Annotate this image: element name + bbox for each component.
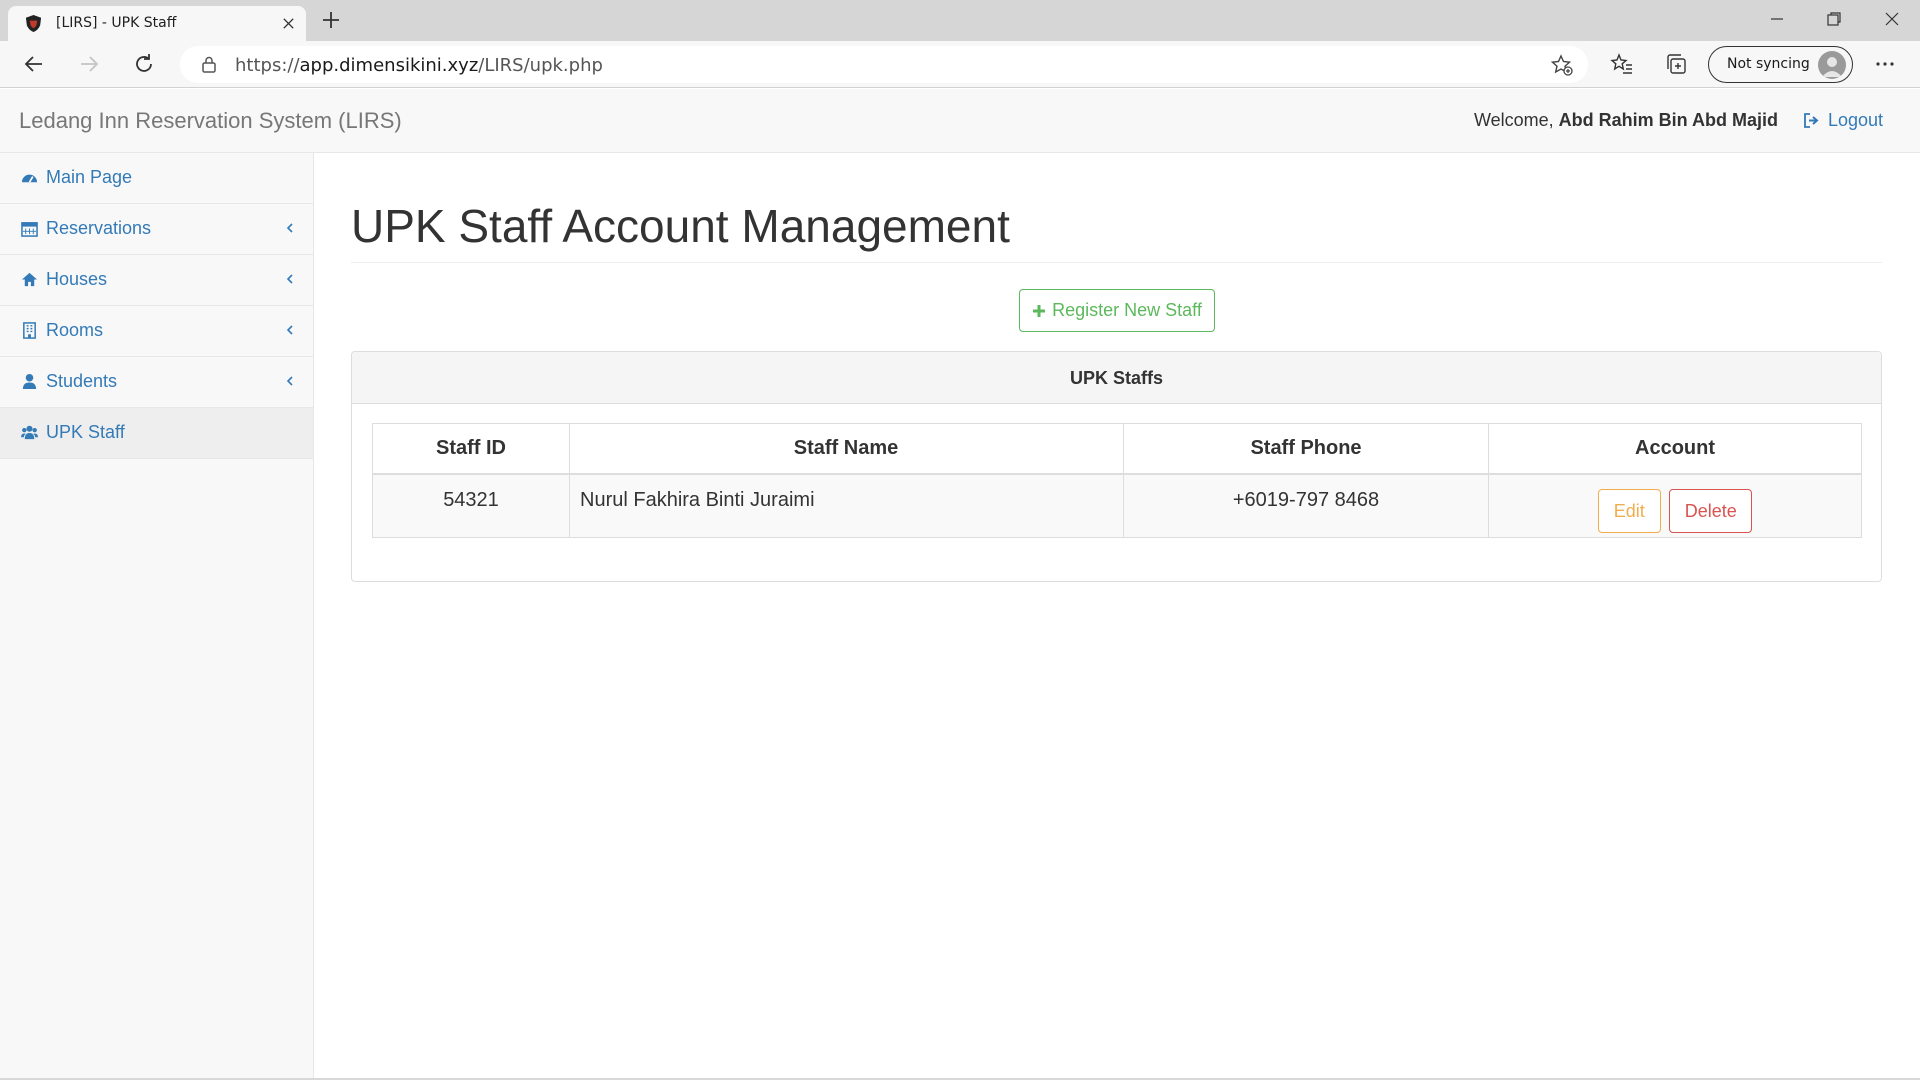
column-header-staff-name: Staff Name [569, 423, 1124, 475]
browser-tab[interactable]: [LIRS] - UPK Staff [8, 6, 306, 41]
browser-toolbar: https://app.dimensikini.xyz/LIRS/upk.php… [0, 41, 1920, 88]
sidebar-item-students[interactable]: Students [0, 357, 313, 408]
sidebar-item-reservations[interactable]: Reservations [0, 204, 313, 255]
welcome-text: Welcome, Abd Rahim Bin Abd Majid [1474, 110, 1778, 131]
sidebar-item-label: Students [46, 371, 118, 391]
sidebar-item-label: Houses [46, 269, 108, 289]
column-header-staff-phone: Staff Phone [1123, 423, 1489, 475]
sidebar-item-main-page[interactable]: Main Page [0, 153, 313, 204]
chevron-left-icon [286, 223, 293, 233]
chevron-left-icon [286, 325, 293, 335]
tab-title: [LIRS] - UPK Staff [56, 15, 177, 31]
staff-panel: UPK Staffs Staff ID Staff Name Staff Pho… [351, 351, 1882, 582]
welcome-prefix: Welcome, [1473, 110, 1554, 130]
profile-avatar-icon [1818, 51, 1846, 79]
page-title: UPK Staff Account Management [351, 200, 1010, 252]
close-tab-icon[interactable] [281, 16, 296, 31]
building-icon [23, 322, 36, 339]
table-row: 54321 Nurul Fakhira Binti Juraimi +6019-… [372, 473, 1862, 538]
collections-icon[interactable] [1664, 52, 1688, 76]
register-new-staff-button[interactable]: Register New Staff [1019, 289, 1215, 332]
column-header-account: Account [1488, 423, 1862, 475]
favorites-icon[interactable] [1610, 52, 1634, 76]
cell-account-actions: Edit Delete [1488, 473, 1862, 538]
restore-icon[interactable] [1825, 10, 1843, 28]
more-options-icon[interactable] [1873, 52, 1897, 76]
refresh-icon[interactable] [132, 52, 156, 76]
cell-staff-id: 54321 [372, 473, 570, 538]
profile-sync-button[interactable]: Not syncing [1708, 46, 1853, 83]
panel-heading: UPK Staffs [352, 352, 1881, 404]
title-divider [351, 262, 1882, 263]
sidebar-item-label: Reservations [46, 218, 152, 238]
sidebar-item-houses[interactable]: Houses [0, 255, 313, 306]
sidebar-item-rooms[interactable]: Rooms [0, 306, 313, 357]
new-tab-icon[interactable] [320, 9, 342, 31]
sync-status-label: Not syncing [1727, 56, 1810, 72]
logout-link[interactable]: Logout [1803, 110, 1883, 131]
lock-icon[interactable] [200, 55, 218, 73]
delete-button[interactable]: Delete [1669, 488, 1753, 533]
column-header-staff-id: Staff ID [372, 423, 570, 475]
browser-tabstrip: [LIRS] - UPK Staff [0, 0, 1920, 41]
add-favorite-icon[interactable] [1550, 53, 1574, 77]
user-name: Abd Rahim Bin Abd Majid [1558, 110, 1778, 130]
address-bar[interactable]: https://app.dimensikini.xyz/LIRS/upk.php [180, 46, 1588, 83]
logout-label: Logout [1827, 110, 1883, 130]
users-icon [21, 425, 38, 440]
sidebar-item-label: Rooms [46, 320, 104, 340]
back-icon[interactable] [22, 52, 46, 76]
sidebar-item-label: Main Page [46, 167, 133, 187]
url-text: https://app.dimensikini.xyz/LIRS/upk.php [235, 55, 603, 76]
calendar-icon [21, 222, 38, 237]
dashboard-icon [21, 174, 38, 183]
sidebar: Main Page Reservations Houses Rooms Stud… [0, 153, 314, 1080]
sign-out-icon [1804, 113, 1819, 128]
chevron-left-icon [286, 274, 293, 284]
sidebar-item-label: UPK Staff [46, 422, 125, 442]
sidebar-item-upk-staff[interactable]: UPK Staff [0, 408, 313, 459]
plus-icon [1033, 304, 1046, 317]
table-header-row: Staff ID Staff Name Staff Phone Account [372, 423, 1862, 475]
minimize-icon[interactable] [1768, 10, 1786, 28]
home-icon [21, 272, 38, 287]
user-icon [22, 373, 37, 390]
edit-button[interactable]: Edit [1597, 488, 1661, 533]
cell-staff-phone: +6019-797 8468 [1123, 473, 1489, 538]
cell-staff-name: Nurul Fakhira Binti Juraimi [569, 473, 1124, 538]
shield-favicon-icon [25, 14, 42, 33]
staff-table: Staff ID Staff Name Staff Phone Account … [372, 423, 1862, 538]
app-navbar: Ledang Inn Reservation System (LIRS) Wel… [0, 89, 1920, 153]
chevron-left-icon [286, 376, 293, 386]
forward-icon[interactable] [77, 52, 101, 76]
app-brand[interactable]: Ledang Inn Reservation System (LIRS) [19, 108, 402, 134]
register-button-label: Register New Staff [1052, 300, 1202, 320]
close-window-icon[interactable] [1883, 10, 1901, 28]
